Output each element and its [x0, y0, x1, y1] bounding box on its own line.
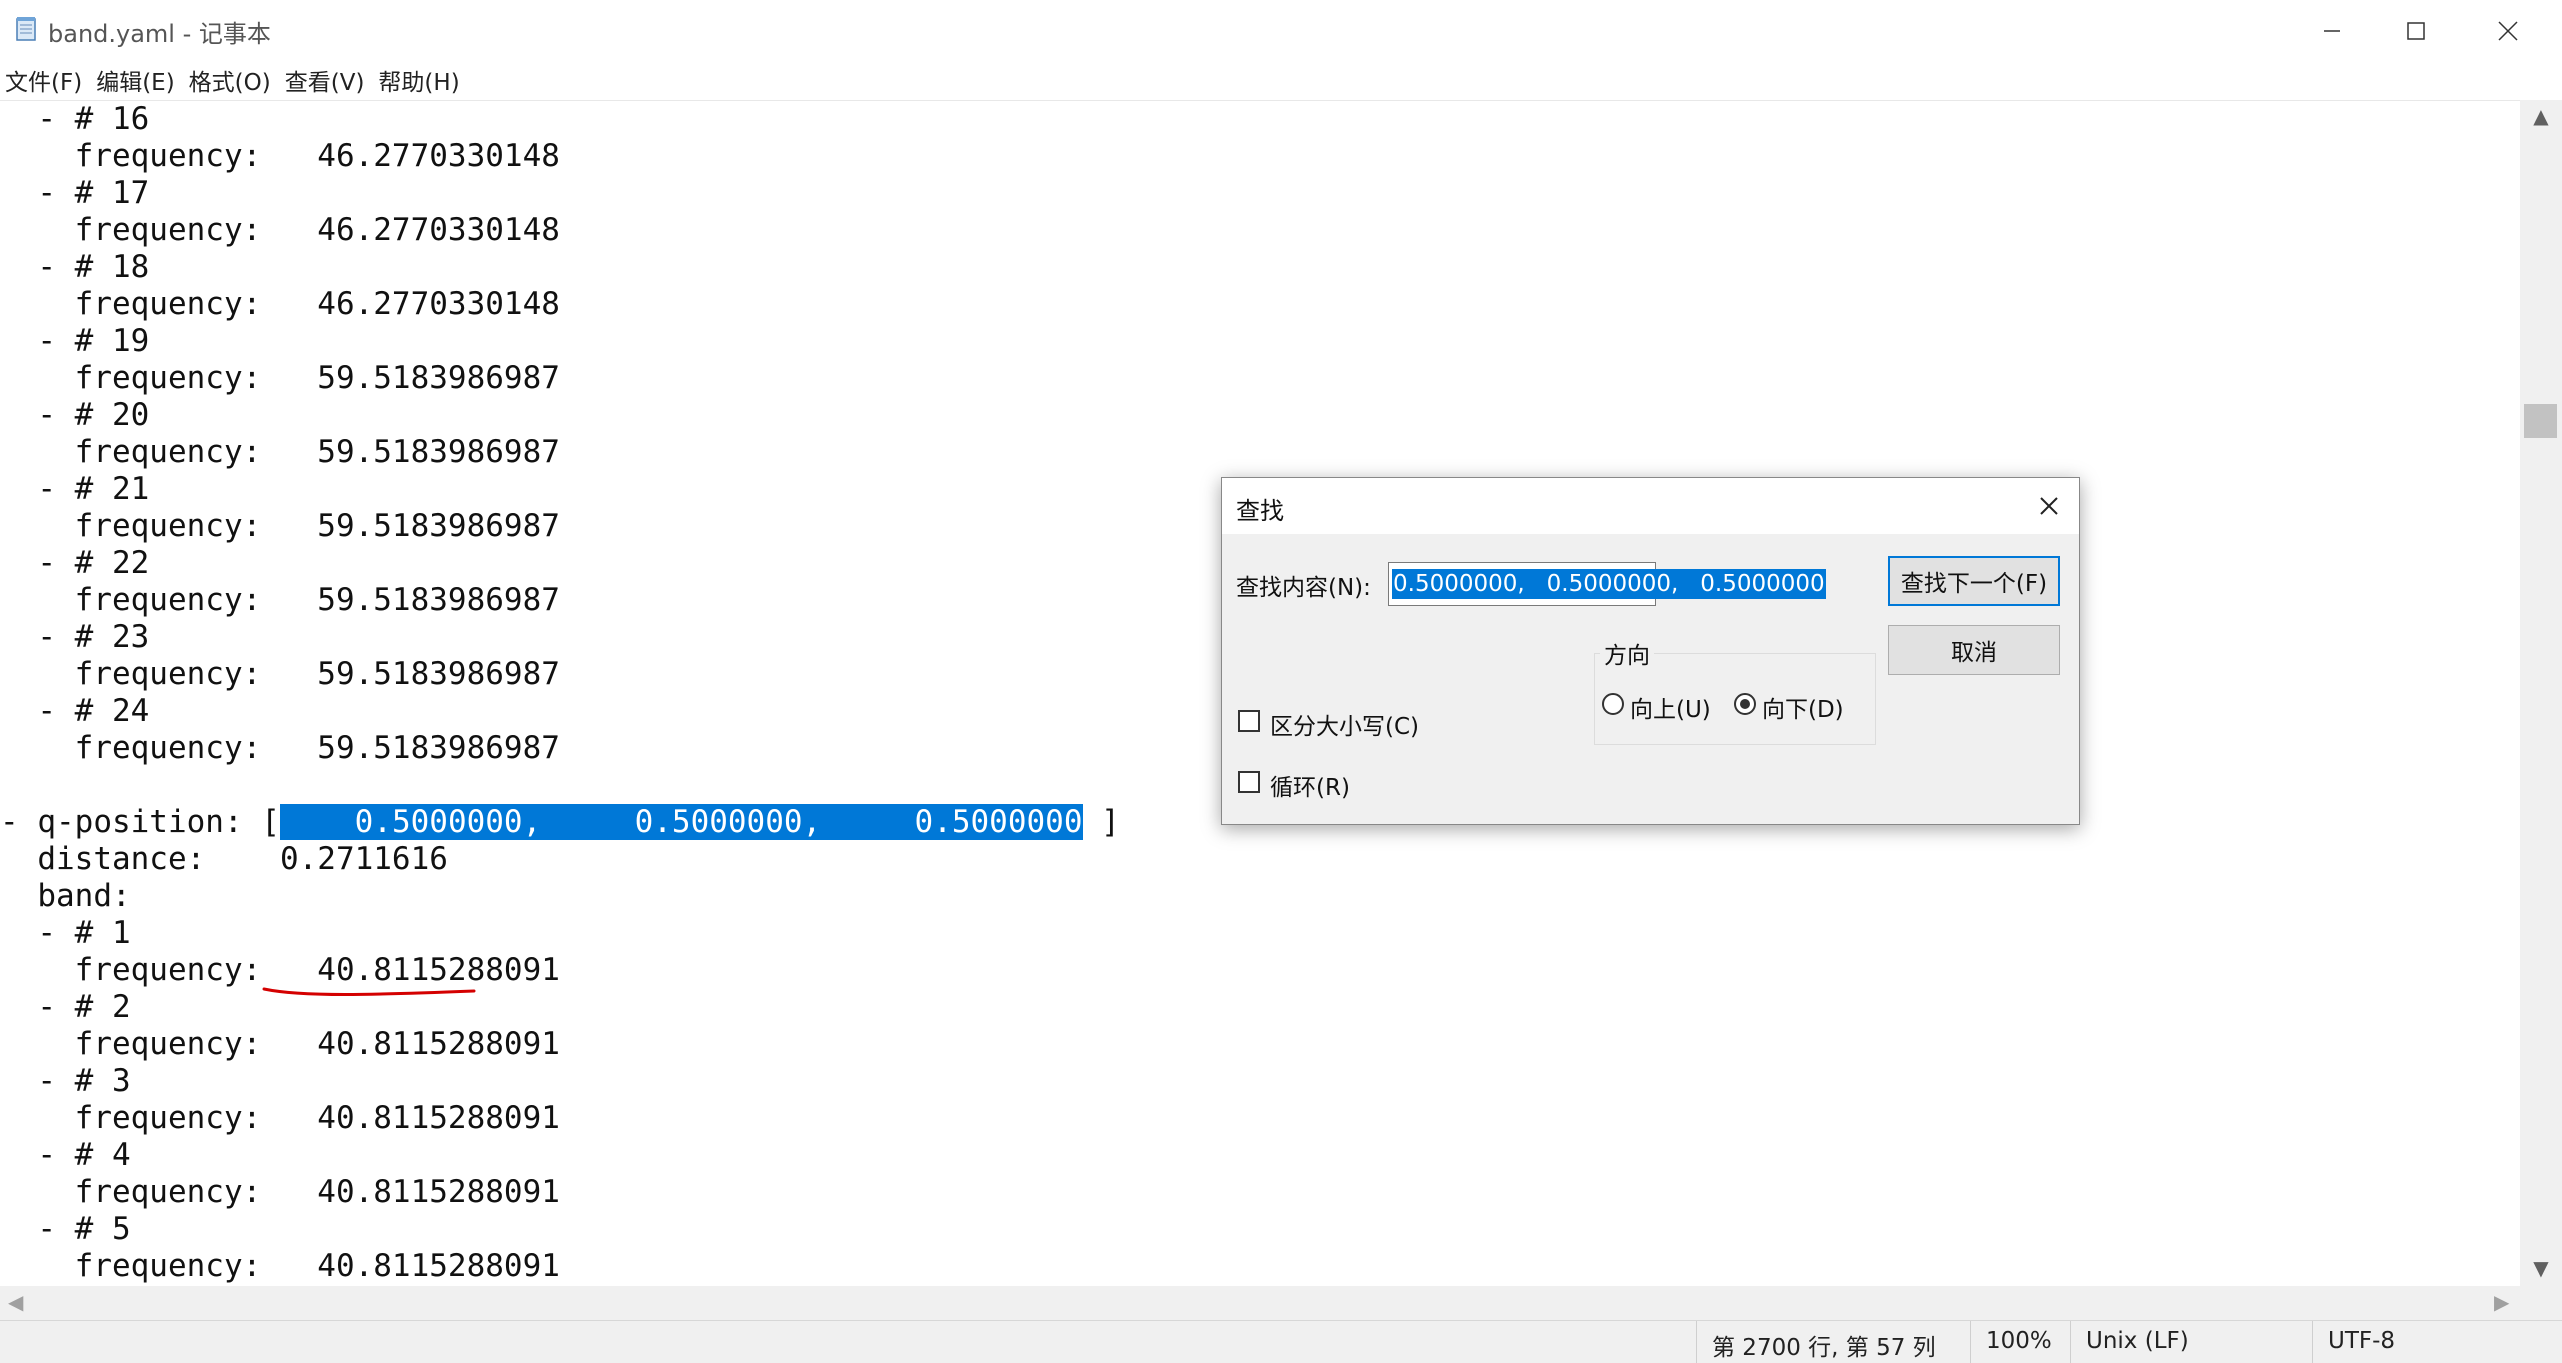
- scroll-up-icon[interactable]: ▲: [2520, 104, 2562, 128]
- scroll-down-icon[interactable]: ▼: [2520, 1256, 2562, 1280]
- menu-view[interactable]: 查看(V): [280, 63, 374, 97]
- status-position: 第 2700 行, 第 57 列: [1712, 1335, 1936, 1361]
- selected-text: 0.5000000, 0.5000000, 0.5000000: [279, 804, 1083, 840]
- editor-line: band:: [0, 878, 131, 914]
- editor-line: - # 4: [0, 1137, 131, 1173]
- find-what-value: 0.5000000, 0.5000000, 0.5000000: [1392, 569, 1826, 599]
- find-dialog-title: 查找: [1236, 497, 1284, 525]
- minimize-icon: [2324, 30, 2340, 32]
- match-case-checkbox[interactable]: [1238, 710, 1260, 732]
- editor-line: - # 3: [0, 1063, 131, 1099]
- minimize-button[interactable]: [2286, 0, 2378, 62]
- match-case-label[interactable]: 区分大小写(C): [1270, 707, 1419, 741]
- wrap-around-label[interactable]: 循环(R): [1270, 768, 1350, 802]
- window-title: band.yaml - 记事本: [48, 20, 271, 48]
- scrollbar-corner: [2520, 1286, 2562, 1320]
- editor-line: frequency: 46.2770330148: [0, 286, 560, 322]
- editor-line: frequency: 40.8115288091: [0, 1174, 560, 1210]
- direction-up-label[interactable]: 向上(U): [1630, 690, 1711, 724]
- menu-bar: 文件(F) 编辑(E) 格式(O) 查看(V) 帮助(H): [0, 62, 2562, 98]
- editor-line: - # 22: [0, 545, 150, 581]
- menu-help[interactable]: 帮助(H): [373, 63, 468, 97]
- editor-line: - # 18: [0, 249, 150, 285]
- editor-line: frequency: 40.8115288091: [0, 1100, 560, 1136]
- wrap-around-checkbox[interactable]: [1238, 771, 1260, 793]
- find-what-input[interactable]: 0.5000000, 0.5000000, 0.5000000: [1388, 562, 1826, 606]
- editor-line: frequency: 59.5183986987: [0, 360, 560, 396]
- find-next-button[interactable]: 查找下一个(F): [1888, 556, 2060, 606]
- direction-down-radio[interactable]: [1734, 693, 1756, 715]
- q-position-line: - q-position: [ 0.5000000, 0.5000000, 0.…: [0, 804, 1120, 841]
- editor-line: frequency: 46.2770330148: [0, 138, 560, 174]
- q-position-key: - q-position: [: [0, 804, 280, 840]
- status-line-ending: Unix (LF): [2086, 1328, 2189, 1354]
- editor-line: frequency: 59.5183986987: [0, 656, 560, 692]
- editor-line: - # 5: [0, 1211, 131, 1247]
- find-what-label: 查找内容(N):: [1236, 575, 1371, 601]
- scroll-thumb[interactable]: [2524, 404, 2557, 438]
- menu-edit[interactable]: 编辑(E): [91, 63, 183, 97]
- distance-line: distance: 0.2711616: [0, 841, 448, 877]
- maximize-icon: [2407, 22, 2425, 40]
- editor-line: - # 16: [0, 101, 150, 137]
- editor-line: - # 24: [0, 693, 150, 729]
- q-position-suffix: ]: [1082, 804, 1120, 840]
- notepad-icon: [16, 17, 36, 41]
- cancel-button[interactable]: 取消: [1888, 625, 2060, 675]
- editor-line: frequency: 59.5183986987: [0, 508, 560, 544]
- scroll-right-icon[interactable]: ▶: [2494, 1290, 2509, 1314]
- direction-label: 方向: [1600, 636, 1654, 670]
- editor-line: - # 23: [0, 619, 150, 655]
- maximize-button[interactable]: [2370, 0, 2462, 62]
- horizontal-scrollbar[interactable]: ◀ ▶: [0, 1286, 2520, 1320]
- status-encoding: UTF-8: [2328, 1328, 2396, 1354]
- editor-line: - # 20: [0, 397, 150, 433]
- status-bar: 第 2700 行, 第 57 列 100% Unix (LF) UTF-8: [0, 1320, 2562, 1363]
- editor-line: frequency: 40.8115288091: [0, 1026, 560, 1062]
- title-bar: band.yaml - 记事本: [0, 0, 2562, 62]
- close-icon: [2040, 497, 2058, 515]
- editor-line: frequency: 59.5183986987: [0, 582, 560, 618]
- status-separator: [2312, 1321, 2313, 1363]
- red-underline-annotation: [262, 987, 476, 996]
- status-separator: [1696, 1321, 1697, 1363]
- status-separator: [1970, 1321, 1971, 1363]
- editor-line: frequency: 46.2770330148: [0, 212, 560, 248]
- direction-up-radio[interactable]: [1602, 693, 1624, 715]
- menu-format[interactable]: 格式(O): [184, 63, 280, 97]
- editor-line: frequency: 59.5183986987: [0, 434, 560, 470]
- editor-line: - # 21: [0, 471, 150, 507]
- editor-line: - # 19: [0, 323, 150, 359]
- editor-line: - # 2: [0, 989, 131, 1025]
- direction-down-label[interactable]: 向下(D): [1762, 690, 1844, 724]
- find-dialog-close-button[interactable]: [2027, 484, 2071, 528]
- scroll-left-icon[interactable]: ◀: [8, 1290, 23, 1314]
- editor-line: - # 17: [0, 175, 150, 211]
- vertical-scrollbar[interactable]: ▲ ▼: [2520, 100, 2562, 1286]
- find-dialog: 查找 查找内容(N): 0.5000000, 0.5000000, 0.5000…: [1221, 477, 2080, 825]
- menu-file[interactable]: 文件(F): [0, 63, 91, 97]
- editor-line: frequency: 40.8115288091: [0, 1248, 560, 1284]
- status-zoom: 100%: [1986, 1328, 2052, 1354]
- editor-line: frequency: 59.5183986987: [0, 730, 560, 766]
- status-separator: [2070, 1321, 2071, 1363]
- close-button[interactable]: [2462, 0, 2554, 62]
- editor-line: - # 1: [0, 915, 131, 951]
- close-icon: [2498, 21, 2518, 41]
- find-dialog-titlebar: 查找: [1222, 478, 2079, 534]
